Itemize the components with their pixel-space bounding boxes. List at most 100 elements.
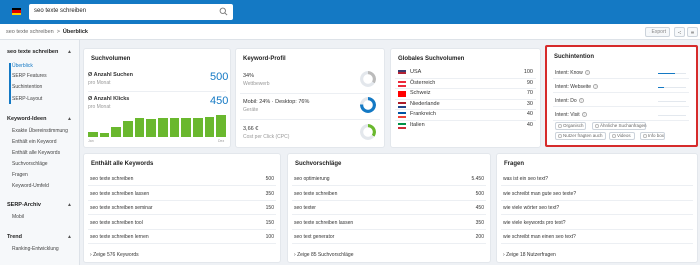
country-volume: 30 xyxy=(526,100,533,107)
geraete-value: Mobil: 24% · Desktop: 76% xyxy=(243,99,310,105)
sidebar-item-ranking-entwicklung[interactable]: Ranking-Entwicklung xyxy=(12,246,59,252)
klicks-sub: pro Monat xyxy=(88,104,111,110)
keywords-card: Enthält alle Keywords seo texte schreibe… xyxy=(84,154,280,262)
list-item-term[interactable]: wie viele keywords pro text? xyxy=(503,220,566,226)
divider xyxy=(88,243,276,244)
breadcrumb-current: Überblick xyxy=(62,29,88,35)
wettbewerb-value: 34% xyxy=(243,73,255,79)
list-item-term[interactable]: seo texte schreiben xyxy=(294,191,337,197)
list-item-term[interactable]: seo optimierung xyxy=(294,176,330,182)
competition-gauge-icon xyxy=(360,71,376,87)
cpc-gauge-icon xyxy=(360,124,376,140)
list-item-term[interactable]: seo texte schreiben lassen xyxy=(294,220,353,226)
chevron-up-icon[interactable]: ▲ xyxy=(67,202,72,208)
divider xyxy=(88,199,276,201)
country-volume: 100 xyxy=(523,69,533,75)
keyword-profil-card: Keyword-Profil 34% Wettbewerb Mobil: 24%… xyxy=(236,49,384,147)
divider xyxy=(292,228,486,230)
sidebar-item-mobil[interactable]: Mobil xyxy=(12,214,24,220)
country-flag-icon xyxy=(398,101,406,108)
divider xyxy=(88,214,276,215)
search-input[interactable]: seo texte schreiben xyxy=(34,8,86,14)
germany-flag-icon[interactable] xyxy=(12,8,21,15)
active-indicator xyxy=(9,63,11,104)
sidebar-item-exakt[interactable]: Exakte Übereinstimmung xyxy=(12,128,68,134)
list-item-term[interactable]: wie viele wörter seo text? xyxy=(503,205,559,211)
sidebar-item-serp-features[interactable]: SERP Features xyxy=(12,73,47,79)
country-volume: 40 xyxy=(526,121,533,128)
sidebar-group-serp-archiv[interactable]: SERP-Archiv xyxy=(7,202,41,208)
suchen-label: Ø Anzahl Suchen xyxy=(88,72,134,78)
sidebar-item-enthaelt-ein[interactable]: Enthält ein Keyword xyxy=(12,139,56,145)
layout-button[interactable] xyxy=(687,27,698,37)
list-item-term[interactable]: seo texter xyxy=(294,205,316,211)
divider xyxy=(292,199,486,201)
show-suggestions-link[interactable]: › Zeige 85 Suchvorschläge xyxy=(294,252,354,258)
chevron-up-icon[interactable]: ▲ xyxy=(67,49,72,55)
list-item-term[interactable]: seo texte schreiben seminar xyxy=(90,205,153,211)
sidebar-item-keyword-umfeld[interactable]: Keyword-Umfeld xyxy=(12,183,49,189)
country-flag-icon xyxy=(398,112,406,118)
show-questions-link[interactable]: › Zeige 18 Nutzerfragen xyxy=(503,252,556,258)
klicks-value: 450 xyxy=(210,95,229,107)
layout-icon xyxy=(691,31,694,33)
divider xyxy=(395,77,536,79)
volume-bar xyxy=(158,118,168,137)
divider xyxy=(240,93,380,94)
sidebar-group-keyword-ideen[interactable]: Keyword-Ideen xyxy=(7,116,46,122)
show-keywords-link[interactable]: › Zeige 576 Keywords xyxy=(90,252,139,258)
country-flag-icon xyxy=(398,70,406,76)
sidebar-item-ueberblick[interactable]: Überblick xyxy=(12,63,33,69)
sidebar-item-enthaelt-alle[interactable]: Enthält alle Keywords xyxy=(12,150,60,156)
share-button[interactable] xyxy=(674,27,685,37)
divider xyxy=(292,243,486,244)
country-name: Frankreich xyxy=(410,111,436,117)
country-volume: 70 xyxy=(526,90,533,96)
show-suggestions-label: Zeige 85 Suchvorschläge xyxy=(297,252,354,258)
volume-bar xyxy=(216,115,226,137)
list-item-value: 500 xyxy=(475,190,484,197)
country-flag-icon xyxy=(398,122,406,129)
country-volume: 90 xyxy=(526,79,533,86)
sidebar-item-serp-layout[interactable]: SERP-Layout xyxy=(12,96,42,102)
list-item-value: 200 xyxy=(475,234,484,240)
volume-bar xyxy=(99,132,110,137)
chevron-up-icon[interactable]: ▲ xyxy=(67,116,72,122)
list-item-term[interactable]: wie schreibt man gute seo texte? xyxy=(503,191,576,197)
list-item-term[interactable]: seo texte schreiben xyxy=(90,176,133,182)
show-keywords-label: Zeige 576 Keywords xyxy=(93,252,139,258)
divider xyxy=(395,98,536,100)
geraete-label: Geräte xyxy=(243,107,259,113)
volume-bar xyxy=(146,119,156,137)
cpc-value: 3,66 € xyxy=(243,126,259,132)
search-icon[interactable] xyxy=(219,7,228,16)
breadcrumb-bar: seo texte schreiben > Überblick Export xyxy=(0,24,700,40)
divider xyxy=(240,119,380,120)
country-volume: 40 xyxy=(526,111,533,117)
list-item-term[interactable]: seo texte schreiben tool xyxy=(90,220,143,226)
card-title: Globales Suchvolumen xyxy=(398,56,465,62)
list-item-term[interactable]: seo text generator xyxy=(294,234,334,240)
sidebar-group-keyword[interactable]: seo texte schreiben xyxy=(7,49,58,55)
suggestions-card: Suchvorschläge seo optimierung 5.450 seo t… xyxy=(288,154,490,262)
list-item-term[interactable]: was ist ein seo text? xyxy=(503,176,548,182)
divider xyxy=(395,119,536,121)
list-item-term[interactable]: seo texte schreiben lassen xyxy=(90,191,149,197)
breadcrumb-root[interactable]: seo texte schreiben xyxy=(6,29,54,35)
sidebar-item-suchintention[interactable]: Suchintention xyxy=(12,84,42,90)
search-box[interactable]: seo texte schreiben xyxy=(29,4,233,20)
export-button[interactable]: Export xyxy=(645,27,670,37)
country-name: USA xyxy=(410,69,422,75)
list-item-term[interactable]: wie schreibt man einen seo text? xyxy=(503,234,576,240)
sidebar-item-fragen[interactable]: Fragen xyxy=(12,172,28,178)
chevron-up-icon[interactable]: ▲ xyxy=(67,234,72,240)
volume-bar xyxy=(123,120,133,137)
divider xyxy=(292,185,486,186)
breadcrumb: seo texte schreiben > Überblick xyxy=(6,29,88,35)
volume-bar xyxy=(111,127,121,137)
sidebar-group-trend[interactable]: Trend xyxy=(7,234,22,240)
list-item-term[interactable]: seo texte schreiben lernen xyxy=(90,234,149,240)
suchen-sub: pro Monat xyxy=(88,80,111,86)
questions-card: Fragen was ist ein seo text? wie schreibt… xyxy=(497,154,697,262)
sidebar-item-suchvorschlaege[interactable]: Suchvorschläge xyxy=(12,161,48,167)
